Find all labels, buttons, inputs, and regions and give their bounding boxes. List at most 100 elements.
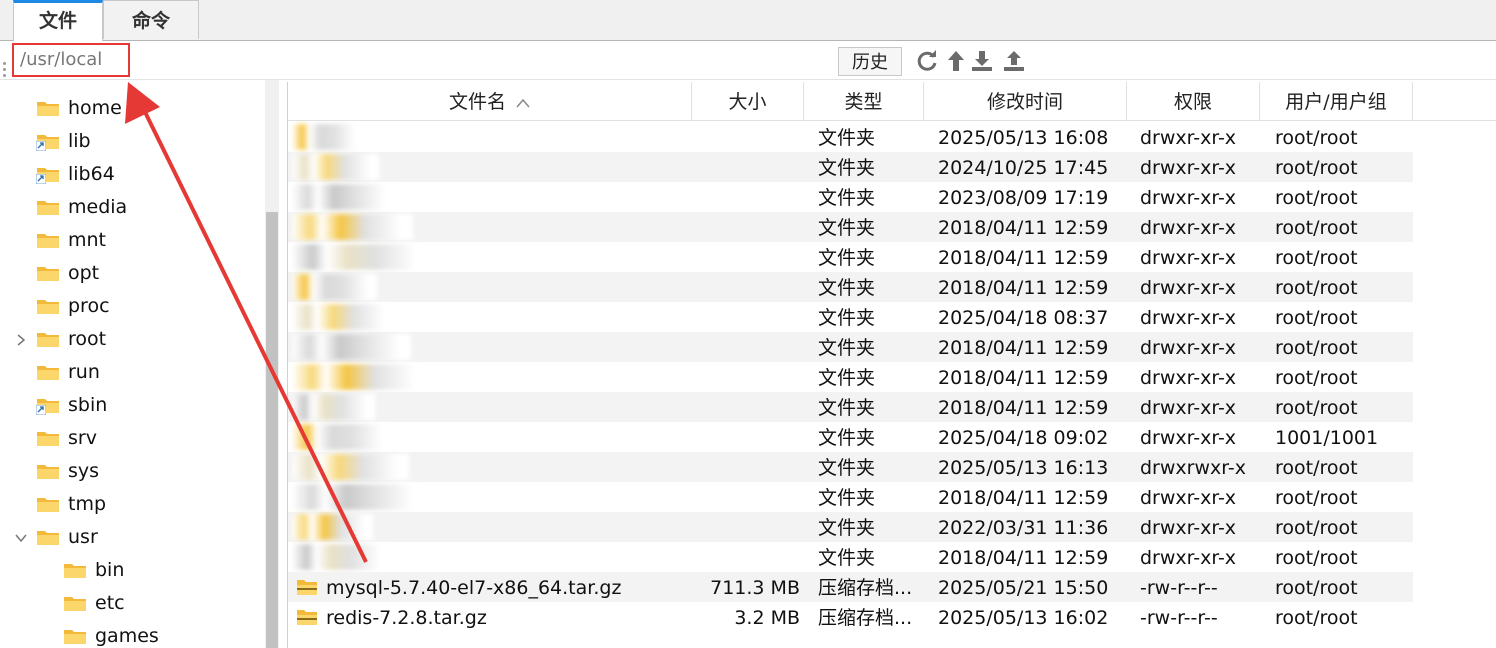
- file-size: [692, 542, 800, 572]
- file-type: 文件夹: [818, 457, 876, 479]
- file-name: redis-7.2.8.tar.gz: [326, 607, 487, 629]
- file-row[interactable]: 文件夹 2018/04/11 12:59 drwxr-xr-x root/root: [288, 332, 1413, 362]
- file-name: mysql-5.7.40-el7-x86_64.tar.gz: [326, 577, 622, 599]
- file-size: [692, 392, 800, 422]
- file-type: 文件夹: [818, 547, 876, 569]
- file-owner: root/root: [1275, 487, 1358, 509]
- tree-item-mnt[interactable]: mnt: [36, 223, 106, 256]
- column-header-owner[interactable]: 用户/用户组: [1260, 82, 1413, 120]
- file-size: 711.3 MB: [710, 577, 800, 599]
- file-row[interactable]: 文件夹 2023/08/09 17:19 drwxr-xr-x root/root: [288, 182, 1413, 212]
- redacted-filename: [292, 514, 373, 540]
- file-owner: root/root: [1275, 187, 1358, 209]
- tree-scrollbar[interactable]: [265, 80, 279, 648]
- file-row[interactable]: 文件夹 2018/04/11 12:59 drwxr-xr-x root/root: [288, 482, 1413, 512]
- file-owner: root/root: [1275, 577, 1358, 599]
- file-mtime: 2025/05/13 16:13: [938, 457, 1109, 479]
- file-perm: drwxr-xr-x: [1140, 127, 1237, 149]
- redacted-filename: [292, 334, 411, 360]
- tree-item-label: usr: [68, 525, 98, 548]
- file-size: [692, 152, 800, 182]
- tree-item-root[interactable]: root: [36, 322, 106, 355]
- tree-item-games[interactable]: games: [63, 619, 159, 648]
- tree-item-label: etc: [95, 591, 125, 614]
- tree-item-srv[interactable]: srv: [36, 421, 97, 454]
- file-row[interactable]: 文件夹 2018/04/11 12:59 drwxr-xr-x root/root: [288, 212, 1413, 242]
- file-row[interactable]: 文件夹 2018/04/11 12:59 drwxr-xr-x root/root: [288, 542, 1413, 572]
- file-row[interactable]: 文件夹 2018/04/11 12:59 drwxr-xr-x root/root: [288, 362, 1413, 392]
- panel-grip[interactable]: [3, 62, 7, 82]
- tree-item-lib[interactable]: lib: [36, 124, 91, 157]
- file-row[interactable]: 文件夹 2018/04/11 12:59 drwxr-xr-x root/root: [288, 242, 1413, 272]
- tree-item-opt[interactable]: opt: [36, 256, 99, 289]
- tree-item-lib64[interactable]: lib64: [36, 157, 115, 190]
- up-arrow-icon[interactable]: [944, 49, 968, 73]
- file-size: [692, 362, 800, 392]
- file-row[interactable]: 文件夹 2024/10/25 17:45 drwxr-xr-x root/root: [288, 152, 1413, 182]
- folder-icon: [36, 528, 60, 546]
- tree-item-home[interactable]: home: [36, 91, 122, 124]
- file-perm: drwxr-xr-x: [1140, 247, 1237, 269]
- tree-item-label: games: [95, 624, 159, 647]
- tree-item-bin[interactable]: bin: [63, 553, 124, 586]
- file-size: [692, 482, 800, 512]
- history-button[interactable]: 历史: [838, 47, 902, 76]
- tree-item-sbin[interactable]: sbin: [36, 388, 107, 421]
- tree-item-tmp[interactable]: tmp: [36, 487, 106, 520]
- file-row[interactable]: redis-7.2.8.tar.gz 3.2 MB 压缩存档... 2025/05/1…: [288, 602, 1413, 632]
- file-type: 文件夹: [818, 427, 876, 449]
- file-size: [692, 452, 800, 482]
- file-row[interactable]: 文件夹 2025/04/18 08:37 drwxr-xr-x root/root: [288, 302, 1413, 332]
- file-size: 3.2 MB: [734, 607, 800, 629]
- tree-item-proc[interactable]: proc: [36, 289, 110, 322]
- file-mtime: 2025/05/13 16:02: [938, 607, 1109, 629]
- redacted-filename: [292, 154, 379, 180]
- tree-item-sys[interactable]: sys: [36, 454, 99, 487]
- column-header-mtime[interactable]: 修改时间: [924, 82, 1127, 120]
- file-perm: drwxrwxr-x: [1140, 457, 1246, 479]
- tree-item-usr[interactable]: usr: [36, 520, 98, 553]
- file-owner: root/root: [1275, 367, 1358, 389]
- file-size: [692, 272, 800, 302]
- chevron-down-icon[interactable]: [14, 530, 28, 544]
- refresh-icon[interactable]: [915, 49, 939, 73]
- column-name-label: 文件名: [448, 91, 506, 113]
- file-row[interactable]: 文件夹 2025/04/18 09:02 drwxr-xr-x 1001/1001: [288, 422, 1413, 452]
- file-perm: drwxr-xr-x: [1140, 217, 1237, 239]
- tab-files[interactable]: 文件: [13, 0, 103, 41]
- file-perm: drwxr-xr-x: [1140, 337, 1237, 359]
- file-row[interactable]: mysql-5.7.40-el7-x86_64.tar.gz 711.3 MB 压缩…: [288, 572, 1413, 602]
- file-row[interactable]: 文件夹 2018/04/11 12:59 drwxr-xr-x root/root: [288, 272, 1413, 302]
- chevron-right-icon[interactable]: [14, 332, 28, 346]
- column-header-permissions[interactable]: 权限: [1127, 82, 1260, 120]
- file-row[interactable]: 文件夹 2025/05/13 16:13 drwxrwxr-x root/root: [288, 452, 1413, 482]
- column-header-type[interactable]: 类型: [804, 82, 924, 120]
- tab-commands[interactable]: 命令: [103, 0, 199, 39]
- tree-item-label: bin: [95, 558, 125, 581]
- column-header-name[interactable]: 文件名: [288, 82, 692, 120]
- tree-item-label: mnt: [68, 228, 106, 251]
- file-owner: root/root: [1275, 157, 1358, 179]
- file-type: 文件夹: [818, 337, 876, 359]
- file-perm: -rw-r--r--: [1140, 607, 1218, 629]
- download-icon[interactable]: [970, 49, 994, 73]
- tree-scrollbar-thumb[interactable]: [266, 212, 278, 648]
- file-row[interactable]: 文件夹 2022/03/31 11:36 drwxr-xr-x root/root: [288, 512, 1413, 542]
- upload-icon[interactable]: [1002, 49, 1026, 73]
- folder-link-icon: [36, 396, 60, 415]
- tree-item-label: proc: [68, 294, 110, 317]
- tree-item-run[interactable]: run: [36, 355, 100, 388]
- file-row[interactable]: 文件夹 2025/05/13 16:08 drwxr-xr-x root/root: [288, 122, 1413, 152]
- column-header-size[interactable]: 大小: [692, 82, 804, 120]
- tree-item-etc[interactable]: etc: [63, 586, 125, 619]
- redacted-filename: [292, 124, 362, 150]
- file-mtime: 2024/10/25 17:45: [938, 157, 1109, 179]
- path-input[interactable]: /usr/local: [12, 43, 130, 77]
- file-mtime: 2018/04/11 12:59: [938, 217, 1109, 239]
- file-mtime: 2018/04/11 12:59: [938, 547, 1109, 569]
- folder-icon: [36, 462, 60, 480]
- tree-item-media[interactable]: media: [36, 190, 127, 223]
- file-list-header: 文件名 大小 类型 修改时间 权限 用户/用户组: [288, 82, 1496, 121]
- file-type: 文件夹: [818, 487, 876, 509]
- file-row[interactable]: 文件夹 2018/04/11 12:59 drwxr-xr-x root/root: [288, 392, 1413, 422]
